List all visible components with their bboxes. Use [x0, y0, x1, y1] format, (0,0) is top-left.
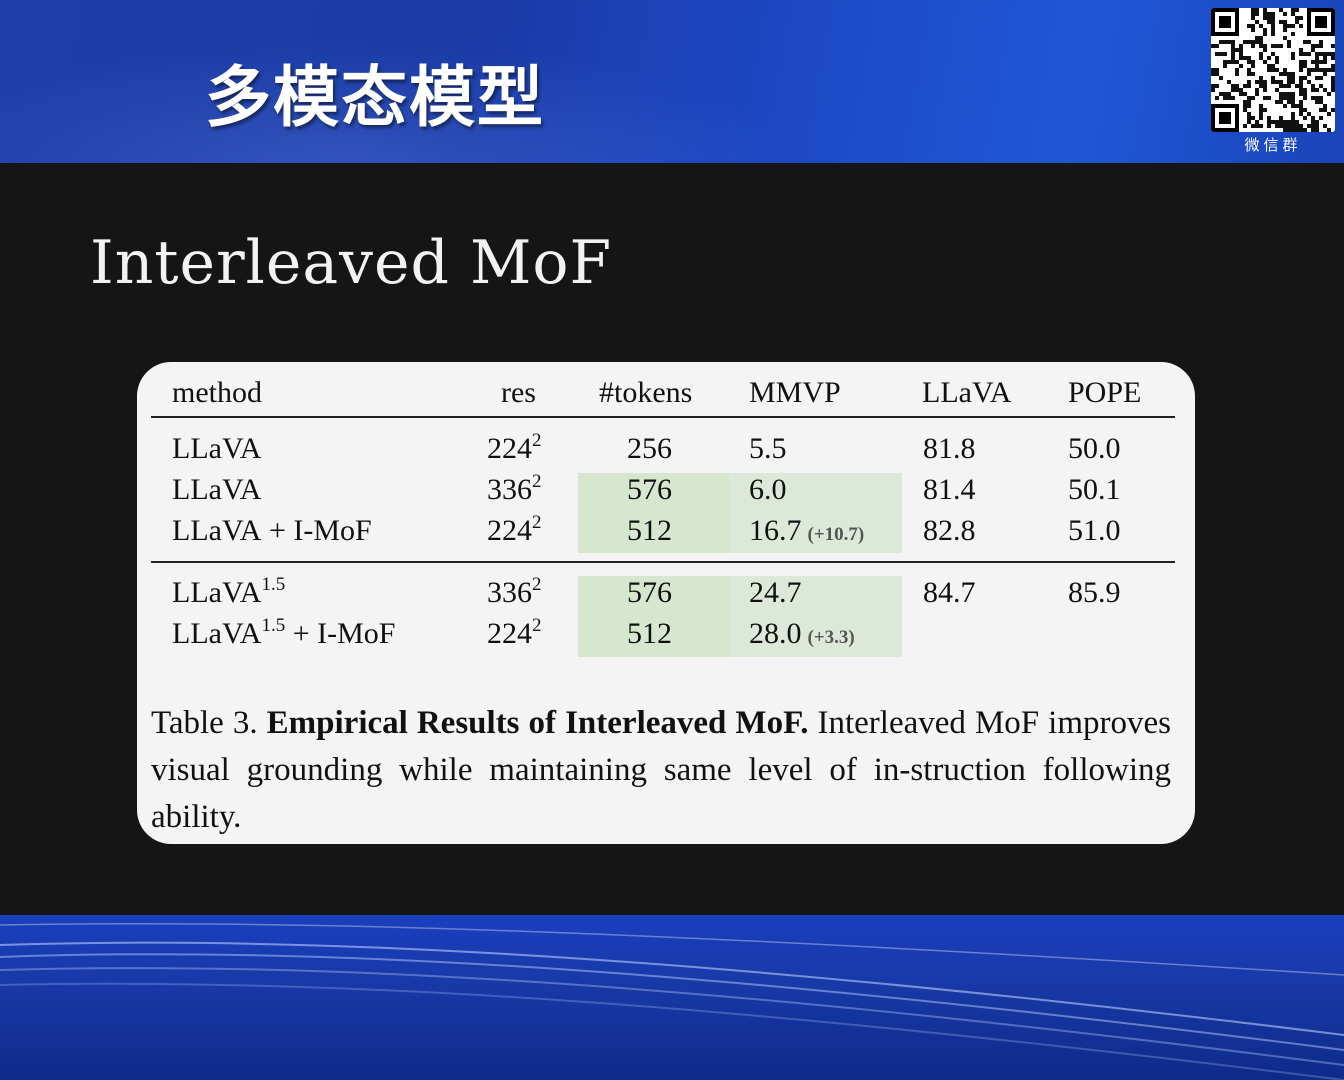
cell-tokens: 576	[627, 473, 672, 506]
cell-tokens: 256	[627, 432, 672, 465]
caption-bold: Empirical Results of Interleaved MoF.	[266, 705, 809, 741]
cell-mmvp: 16.7 (+10.7)	[749, 514, 865, 547]
cell-tokens: 512	[627, 514, 672, 547]
header-banner: 多模态模型	[0, 0, 1344, 163]
cell-llava: 81.4	[923, 473, 976, 506]
cell-res: 2242	[487, 615, 542, 650]
cell-pope: 85.9	[1068, 576, 1121, 609]
cell-method: LLaVA + I-MoF	[172, 514, 372, 547]
caption-label: Table 3.	[151, 705, 258, 741]
cell-method: LLaVA1.5	[172, 574, 286, 609]
cell-tokens: 576	[627, 576, 672, 609]
cell-res: 2242	[487, 512, 542, 547]
col-header-llava: LLaVA	[922, 376, 1012, 409]
slide-title: Interleaved MoF	[90, 228, 613, 298]
cell-mmvp: 24.7	[749, 576, 802, 609]
cell-res: 3362	[487, 574, 542, 609]
cell-pope: 51.0	[1068, 514, 1121, 547]
col-header-tokens: #tokens	[599, 376, 693, 409]
col-header-mmvp: MMVP	[749, 376, 841, 409]
cell-res: 3362	[487, 471, 542, 506]
cell-pope: 50.0	[1068, 432, 1121, 465]
group-rule	[151, 561, 1175, 563]
cell-method: LLaVA	[172, 432, 262, 465]
cell-res: 2242	[487, 430, 542, 465]
cell-mmvp: 28.0 (+3.3)	[749, 617, 855, 650]
col-header-pope: POPE	[1068, 376, 1142, 409]
cell-tokens: 512	[627, 617, 672, 650]
cell-method: LLaVA	[172, 473, 262, 506]
col-header-method: method	[172, 376, 262, 409]
col-header-res: res	[501, 376, 536, 409]
cell-mmvp: 6.0	[749, 473, 787, 506]
qr-label: 微信群	[1244, 136, 1302, 154]
cell-pope: 50.1	[1068, 473, 1121, 506]
banner-title: 多模态模型	[205, 59, 545, 136]
footer-decoration	[0, 915, 1344, 1080]
table-caption: Table 3. Empirical Results of Interleave…	[151, 700, 1171, 841]
cell-mmvp: 5.5	[749, 432, 787, 465]
results-table-card: method res #tokens MMVP LLaVA POPE LLaVA…	[137, 362, 1195, 844]
cell-llava: 82.8	[923, 514, 976, 547]
qr-code-icon	[1211, 8, 1335, 132]
cell-llava: 81.8	[923, 432, 976, 465]
cell-method: LLaVA1.5 + I-MoF	[172, 615, 396, 650]
cell-llava: 84.7	[923, 576, 976, 609]
header-rule	[151, 416, 1175, 418]
